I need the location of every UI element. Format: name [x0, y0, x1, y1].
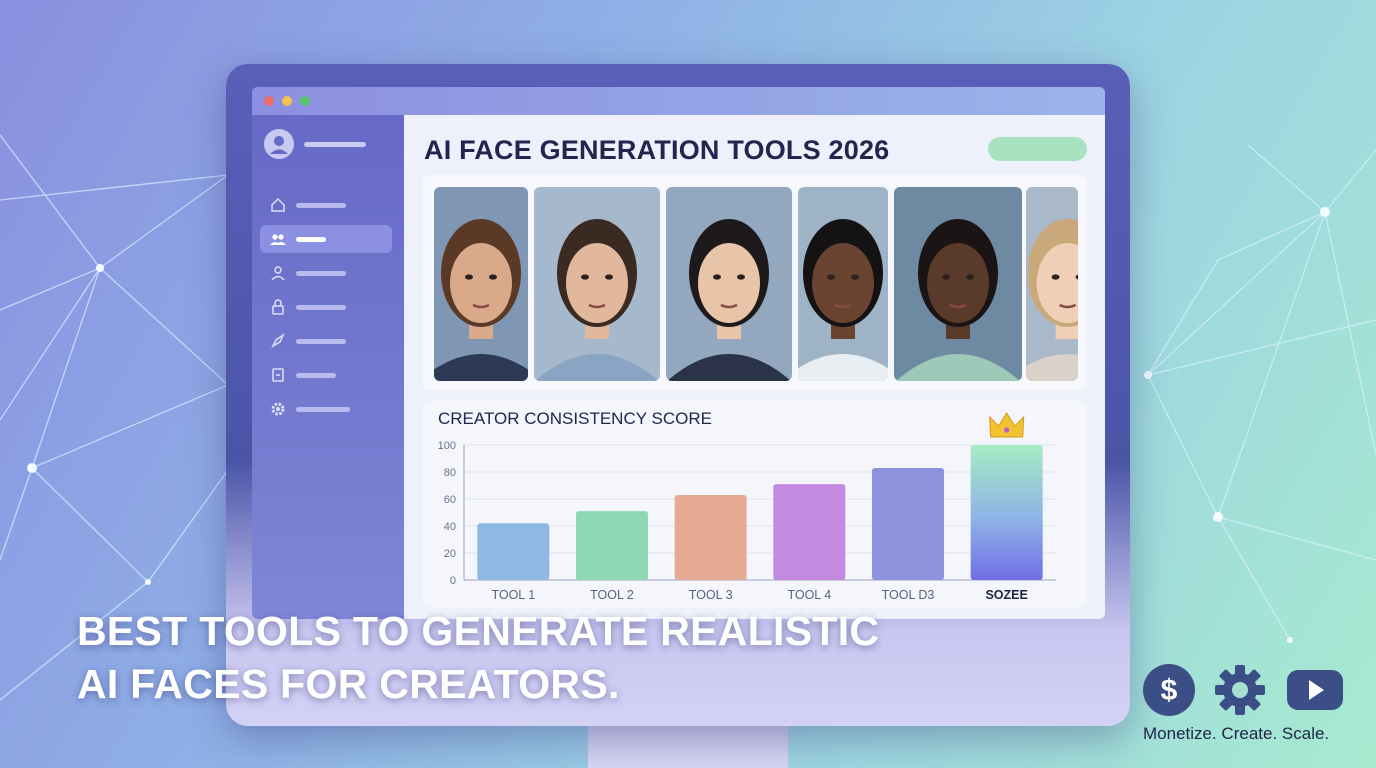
face-portrait[interactable] [534, 187, 660, 381]
sidebar-item-profile[interactable] [260, 259, 392, 287]
headline-line-2: AI FACES FOR CREATORS. [77, 661, 620, 707]
dollar-icon: $ [1143, 664, 1195, 716]
close-window-button[interactable] [264, 96, 274, 106]
face-portrait[interactable] [1026, 187, 1078, 381]
y-tick-label: 100 [438, 440, 456, 452]
face-gallery [422, 175, 1087, 391]
rocket-icon [271, 332, 285, 348]
face-portrait[interactable] [434, 187, 528, 381]
minimize-window-button[interactable] [282, 96, 292, 106]
portrait-image [894, 187, 1022, 381]
bar [872, 467, 944, 580]
y-tick-label: 20 [444, 548, 456, 560]
profile-name-placeholder [304, 142, 366, 147]
portrait-image [1026, 187, 1078, 381]
sidebar-item-home[interactable] [260, 191, 392, 219]
face-portrait[interactable] [894, 187, 1022, 381]
bar [773, 484, 846, 580]
header-action-button[interactable] [988, 137, 1087, 161]
sidebar-item-launch[interactable] [260, 327, 392, 355]
x-tick-label: TOOL 1 [491, 588, 535, 602]
headline: BEST TOOLS TO GENERATE REALISTIC AI FACE… [77, 605, 879, 711]
main-content: AI FACE GENERATION TOOLS 2026 CREATOR CO… [404, 115, 1105, 619]
sidebar-item-settings[interactable] [260, 395, 392, 423]
bar-chart: 0 20 40 60 80 100 TOOL 1 TOOL 2 TOOL 3 TOOL 4 TOOL… [438, 412, 1056, 602]
user-avatar-icon [270, 136, 288, 154]
tagline: Monetize. Create. Scale. [1143, 724, 1330, 743]
home-icon [271, 197, 285, 212]
portrait-image [434, 187, 528, 381]
x-tick-label: TOOL 2 [590, 588, 634, 602]
face-portrait[interactable] [798, 187, 888, 381]
maximize-window-button[interactable] [300, 96, 310, 106]
sidebar [252, 115, 404, 619]
app-window: AI FACE GENERATION TOOLS 2026 CREATOR CO… [252, 87, 1105, 619]
portrait-image [666, 187, 792, 381]
users-icon [270, 234, 286, 245]
sidebar-item-users[interactable] [260, 225, 392, 253]
crown-icon [989, 412, 1025, 438]
avatar[interactable] [264, 129, 294, 159]
user-icon [271, 266, 285, 281]
window-titlebar [252, 87, 1105, 115]
sidebar-item-documents[interactable] [260, 361, 392, 389]
x-tick-label: SOZEE [985, 588, 1027, 602]
bar [477, 523, 550, 580]
y-tick-label: 40 [444, 521, 456, 533]
monitor-stand [588, 720, 788, 768]
lock-icon [272, 299, 284, 315]
portrait-image [534, 187, 660, 381]
consistency-chart: CREATOR CONSISTENCY SCORE 0 20 40 60 80 100 TO… [422, 401, 1087, 607]
bar [970, 445, 1043, 580]
sidebar-item-security[interactable] [260, 293, 392, 321]
gear-icon [1215, 665, 1265, 715]
gear-icon [271, 402, 285, 416]
bar [576, 511, 648, 580]
y-tick-label: 60 [444, 494, 456, 506]
y-tick-label: 80 [444, 467, 456, 479]
youtube-play-icon [1287, 670, 1343, 710]
x-tick-label: TOOL 3 [689, 588, 733, 602]
y-tick-label: 0 [450, 575, 456, 587]
portrait-image [798, 187, 888, 381]
crown-gem [1004, 427, 1010, 433]
svg-text:$: $ [1161, 674, 1178, 707]
bar [674, 494, 747, 580]
x-tick-label: TOOL D3 [882, 588, 935, 602]
headline-line-1: BEST TOOLS TO GENERATE REALISTIC [77, 608, 880, 654]
x-tick-label: TOOL 4 [787, 588, 831, 602]
page-title: AI FACE GENERATION TOOLS 2026 [424, 135, 890, 165]
document-icon [272, 368, 284, 382]
face-portrait[interactable] [666, 187, 792, 381]
